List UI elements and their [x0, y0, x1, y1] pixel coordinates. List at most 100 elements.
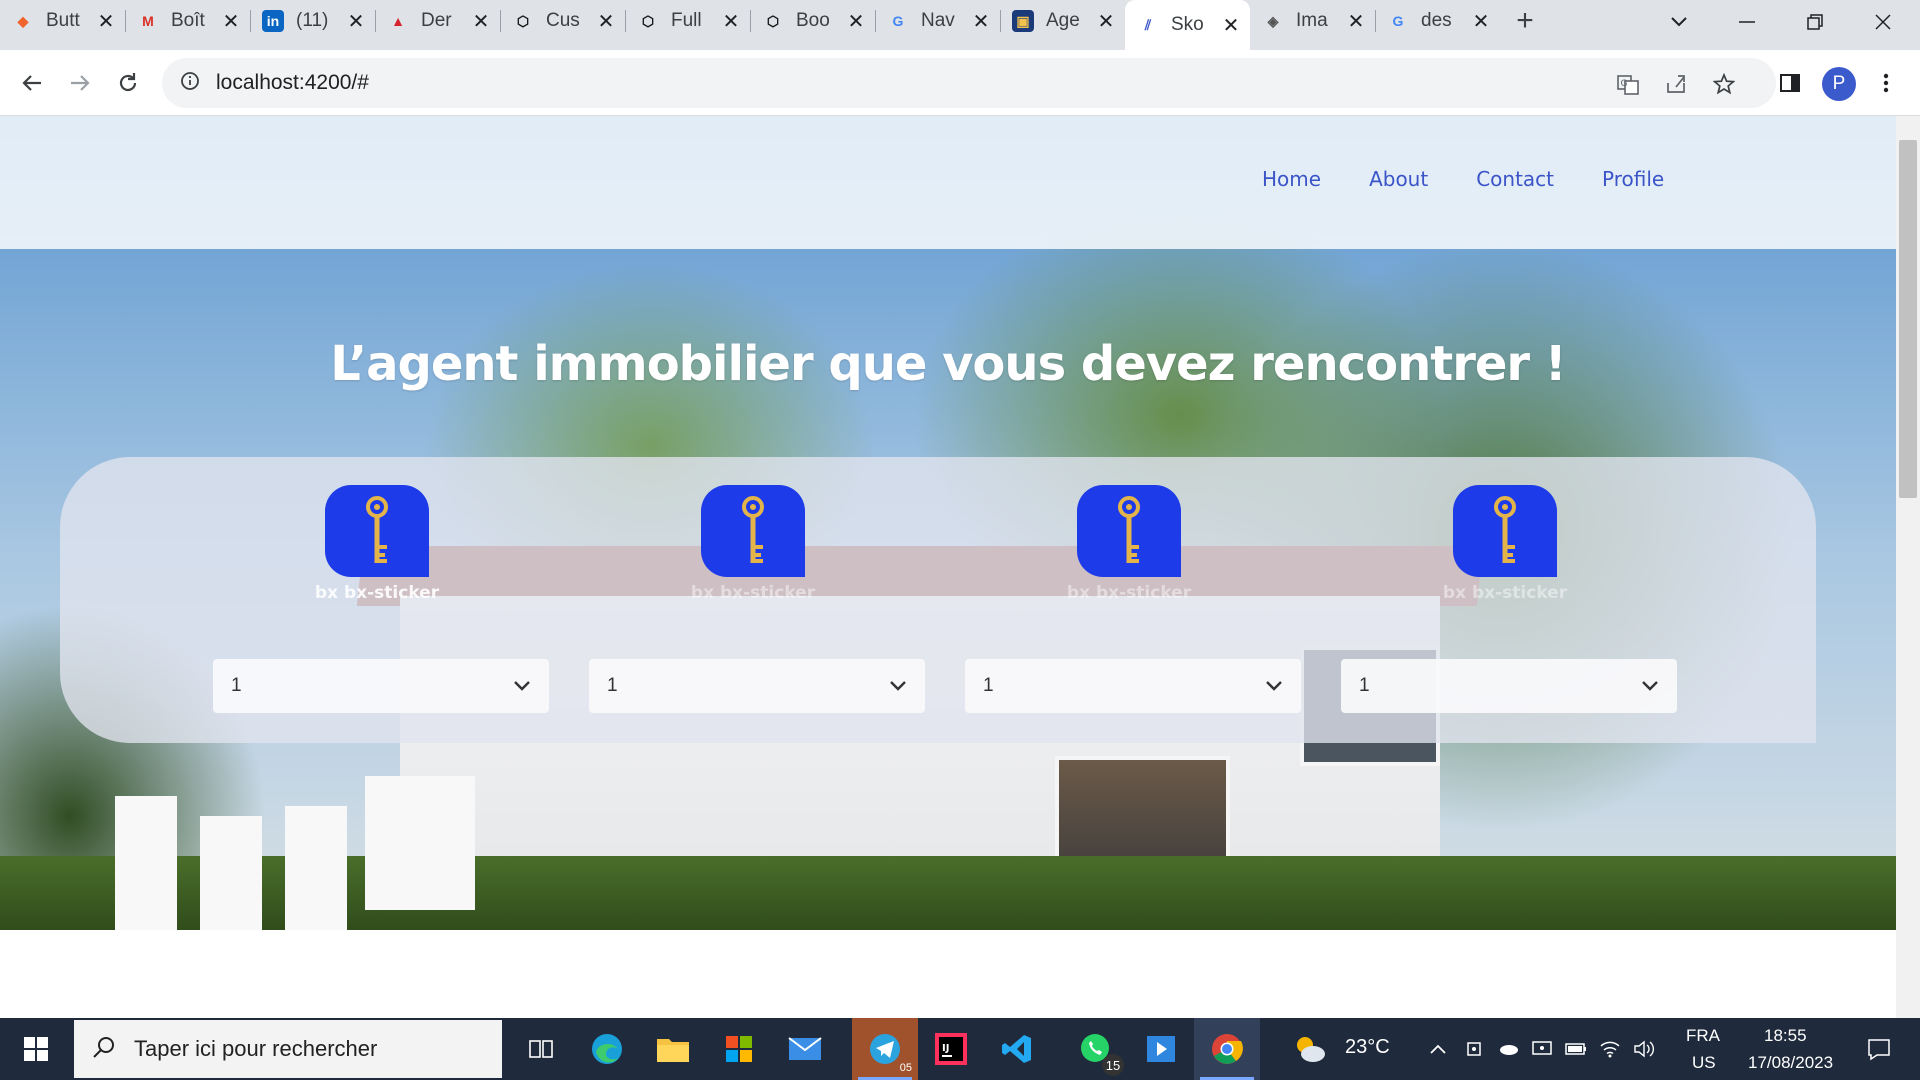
clock[interactable]: 18:55 17/08/2023 — [1740, 1018, 1850, 1080]
whatsapp-badge: 15 — [1102, 1054, 1124, 1076]
edge-icon[interactable] — [574, 1018, 640, 1080]
profile-avatar[interactable]: P — [1822, 67, 1856, 101]
chrome-icon[interactable] — [1194, 1018, 1260, 1080]
main-nav: Home About Contact Profile — [1262, 167, 1664, 191]
battery-icon[interactable] — [1560, 1018, 1592, 1080]
store-icon[interactable] — [706, 1018, 772, 1080]
svg-text:IJ: IJ — [942, 1043, 949, 1054]
close-tab-icon[interactable]: ✕ — [1472, 9, 1490, 34]
filter-select[interactable]: 1 — [965, 659, 1301, 713]
garden-pillar — [285, 806, 347, 930]
share-icon[interactable] — [1658, 66, 1694, 102]
site-header: Home About Contact Profile — [0, 116, 1896, 249]
menu-kebab-icon[interactable] — [1866, 63, 1906, 103]
file-explorer-icon[interactable] — [640, 1018, 706, 1080]
filter-select[interactable]: 1 — [213, 659, 549, 713]
browser-tab[interactable]: ◈ Ima ✕ — [1250, 0, 1375, 42]
close-window-icon[interactable] — [1849, 0, 1917, 44]
new-tab-button[interactable]: + — [1500, 0, 1550, 42]
onedrive-icon[interactable] — [1492, 1018, 1524, 1080]
nav-profile[interactable]: Profile — [1602, 167, 1664, 191]
wifi-icon[interactable] — [1594, 1018, 1626, 1080]
taskbar-search[interactable]: Taper ici pour rechercher — [74, 1020, 502, 1078]
tab-title: (11) — [296, 10, 329, 31]
site-info-icon[interactable] — [180, 71, 200, 95]
browser-tab[interactable]: M Boît ✕ — [125, 0, 250, 42]
filter-card: bx bx-sticker — [1415, 485, 1595, 603]
tab-title: Cus — [546, 10, 580, 31]
filter-card: bx bx-sticker — [287, 485, 467, 603]
browser-tab[interactable]: ◆ Butt ✕ — [0, 0, 125, 42]
close-tab-icon[interactable]: ✕ — [1222, 13, 1240, 38]
browser-tab[interactable]: ▲ Der ✕ — [375, 0, 500, 42]
svg-text:G: G — [1621, 79, 1628, 89]
tab-title: des — [1421, 10, 1452, 31]
browser-tab[interactable]: ⬡ Boo ✕ — [750, 0, 875, 42]
bookmark-star-icon[interactable] — [1706, 66, 1742, 102]
address-bar[interactable]: localhost:4200/# G — [162, 58, 1776, 108]
tab-strip: ◆ Butt ✕ M Boît ✕ in (11) ✕ ▲ Der ✕ ⬡ Cu… — [0, 0, 1920, 50]
restore-icon[interactable] — [1781, 0, 1849, 44]
nav-home[interactable]: Home — [1262, 167, 1321, 191]
display-icon[interactable] — [1526, 1018, 1558, 1080]
filter-card: bx bx-sticker — [1039, 485, 1219, 603]
browser-tab[interactable]: G Nav ✕ — [875, 0, 1000, 42]
task-view-icon[interactable] — [508, 1018, 574, 1080]
weather-icon[interactable] — [1285, 1018, 1335, 1080]
browser-tab[interactable]: ⬡ Cus ✕ — [500, 0, 625, 42]
filter-select[interactable]: 1 — [1341, 659, 1677, 713]
volume-icon[interactable] — [1628, 1018, 1660, 1080]
browser-tab[interactable]: ▣ Age ✕ — [1000, 0, 1125, 42]
filter-panel: bx bx-sticker bx bx-sticker bx bx-sticke… — [60, 457, 1816, 743]
show-hidden-icons-chevron-up-icon[interactable] — [1420, 1018, 1456, 1080]
forward-icon[interactable] — [60, 63, 100, 103]
minimize-icon[interactable] — [1713, 0, 1781, 44]
close-tab-icon[interactable]: ✕ — [222, 9, 240, 34]
windows-start-icon[interactable] — [0, 1018, 72, 1080]
vscode-icon[interactable] — [984, 1018, 1050, 1080]
key-icon — [1453, 485, 1557, 577]
garden-pillar — [200, 816, 262, 930]
browser-tab-active[interactable]: ⫽ Sko ✕ — [1125, 0, 1250, 50]
close-tab-icon[interactable]: ✕ — [722, 9, 740, 34]
brave-icon: ◆ — [17, 12, 29, 29]
telegram-badge: 05 — [899, 1062, 912, 1074]
garden-pillar — [365, 776, 475, 910]
tab-search-icon[interactable] — [1645, 0, 1713, 44]
browser-tab[interactable]: ⬡ Full ✕ — [625, 0, 750, 42]
filter-select[interactable]: 1 — [589, 659, 925, 713]
reload-icon[interactable] — [108, 63, 148, 103]
notifications-icon[interactable] — [1854, 1018, 1904, 1080]
tab-title: Age — [1046, 10, 1080, 31]
scrollbar-thumb[interactable] — [1899, 140, 1917, 498]
nav-about[interactable]: About — [1369, 167, 1428, 191]
whatsapp-icon[interactable]: 15 — [1062, 1018, 1128, 1080]
language-code: FRA — [1686, 1026, 1720, 1045]
close-tab-icon[interactable]: ✕ — [347, 9, 365, 34]
side-panel-icon[interactable] — [1770, 63, 1810, 103]
mail-icon[interactable] — [772, 1018, 838, 1080]
intellij-icon[interactable]: IJ — [918, 1018, 984, 1080]
telegram-icon[interactable]: 05 — [852, 1018, 918, 1080]
close-tab-icon[interactable]: ✕ — [97, 9, 115, 34]
browser-tab[interactable]: G des ✕ — [1375, 0, 1500, 42]
weather-temperature[interactable]: 23°C — [1345, 1036, 1390, 1059]
stripes-icon: ⫽ — [1144, 16, 1152, 33]
codesandbox-icon: ⬡ — [641, 12, 655, 29]
browser-tab[interactable]: in (11) ✕ — [250, 0, 375, 42]
nav-contact[interactable]: Contact — [1476, 167, 1554, 191]
close-tab-icon[interactable]: ✕ — [1097, 9, 1115, 34]
close-tab-icon[interactable]: ✕ — [972, 9, 990, 34]
gmail-icon: M — [142, 13, 154, 29]
close-tab-icon[interactable]: ✕ — [472, 9, 490, 34]
tab-title: Der — [421, 10, 452, 31]
meet-icon[interactable] — [1458, 1018, 1490, 1080]
back-icon[interactable] — [12, 63, 52, 103]
close-tab-icon[interactable]: ✕ — [597, 9, 615, 34]
card-label: bx bx-sticker — [690, 583, 816, 603]
close-tab-icon[interactable]: ✕ — [847, 9, 865, 34]
media-icon[interactable] — [1128, 1018, 1194, 1080]
translate-icon[interactable]: G — [1610, 66, 1646, 102]
input-language[interactable]: FRA US — [1670, 1018, 1730, 1080]
close-tab-icon[interactable]: ✕ — [1347, 9, 1365, 34]
